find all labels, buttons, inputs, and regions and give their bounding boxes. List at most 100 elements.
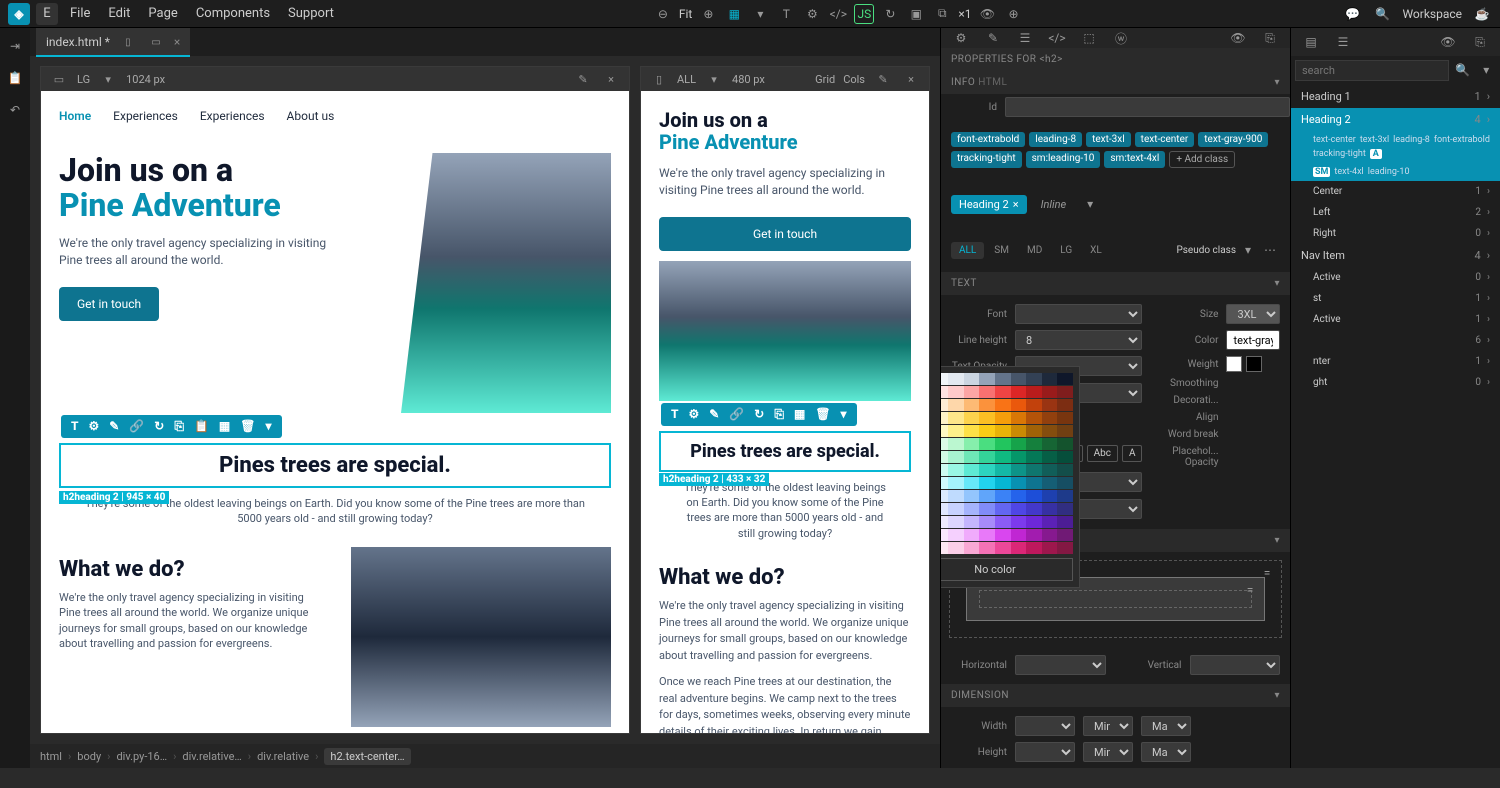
file-tab[interactable]: index.html * ▯ ▭ × [36, 28, 190, 56]
tree-item[interactable]: Heading 11› [1291, 85, 1500, 108]
tree-tab-icon[interactable]: ▤ [1301, 32, 1321, 52]
inline-chip[interactable]: Inline [1033, 195, 1075, 214]
color-swatch[interactable] [995, 529, 1011, 541]
brush-icon[interactable]: ✎ [873, 69, 893, 89]
min-height[interactable]: Min [1083, 742, 1133, 762]
cols-toggle[interactable]: Cols [843, 73, 865, 86]
color-swatch[interactable] [948, 542, 964, 554]
code-tab-icon[interactable]: </> [1047, 28, 1067, 48]
color-swatch[interactable] [995, 490, 1011, 502]
color-swatch[interactable] [1057, 464, 1073, 476]
no-color-button[interactable]: No color [940, 558, 1073, 581]
color-swatch[interactable] [1057, 386, 1073, 398]
color-swatch[interactable] [1246, 356, 1262, 372]
color-input[interactable] [1226, 330, 1280, 350]
t-cap[interactable]: Abc [1087, 445, 1118, 462]
color-swatch[interactable] [940, 386, 948, 398]
color-swatch[interactable] [1011, 503, 1027, 515]
color-swatch[interactable] [948, 464, 964, 476]
color-swatch[interactable] [940, 542, 948, 554]
color-swatch[interactable] [995, 451, 1011, 463]
color-swatch[interactable] [964, 516, 980, 528]
vp-label[interactable]: LG [77, 73, 90, 86]
color-swatch[interactable] [1026, 516, 1042, 528]
max-width[interactable]: Max [1141, 716, 1191, 736]
tool-brush-icon[interactable]: ✎ [709, 407, 719, 422]
class-tag[interactable]: tracking-tight [951, 151, 1022, 168]
text-tool-icon[interactable]: T [776, 4, 796, 24]
size-select[interactable]: 3XL [1226, 304, 1280, 324]
device-tablet-icon[interactable]: ▭ [146, 32, 166, 52]
class-tag[interactable]: leading-8 [1029, 132, 1082, 147]
id-input[interactable] [1005, 97, 1290, 117]
color-swatch[interactable] [979, 451, 995, 463]
color-swatch[interactable] [1057, 477, 1073, 489]
color-swatch[interactable] [979, 386, 995, 398]
chevron-down-icon[interactable]: ▾ [1477, 60, 1497, 80]
crumb[interactable]: body [77, 750, 101, 763]
copy-icon[interactable]: ⎘ [1260, 28, 1280, 48]
tool-more-icon[interactable]: ▾ [841, 407, 847, 422]
color-swatch[interactable] [964, 386, 980, 398]
search-icon[interactable]: 🔍 [1372, 4, 1392, 24]
color-swatch[interactable] [995, 464, 1011, 476]
color-swatch[interactable] [964, 425, 980, 437]
refresh-icon[interactable]: ↻ [880, 4, 900, 24]
color-swatch[interactable] [940, 490, 948, 502]
class-tag[interactable]: font-extrabold [951, 132, 1025, 147]
color-swatch[interactable] [1057, 412, 1073, 424]
color-swatch[interactable] [979, 438, 995, 450]
color-swatch[interactable] [1026, 477, 1042, 489]
grid-toggle[interactable]: Grid [815, 73, 835, 86]
color-swatch[interactable] [1011, 477, 1027, 489]
color-swatch[interactable] [964, 399, 980, 411]
app-logo-icon[interactable]: ◈ [8, 3, 30, 25]
device-mobile-icon[interactable]: ▯ [118, 32, 138, 52]
color-swatch[interactable] [1011, 399, 1027, 411]
lock-icon[interactable]: = [1240, 580, 1260, 600]
chevron-down-icon[interactable]: ▾ [98, 69, 118, 89]
frame-icon[interactable]: ▣ [906, 4, 926, 24]
color-swatch[interactable] [1057, 399, 1073, 411]
color-swatch[interactable] [1026, 542, 1042, 554]
color-swatch[interactable] [964, 490, 980, 502]
color-swatch[interactable] [948, 386, 964, 398]
tool-brush-icon[interactable]: ✎ [109, 419, 119, 434]
color-swatch[interactable] [1042, 425, 1058, 437]
color-swatch[interactable] [948, 490, 964, 502]
color-swatch[interactable] [1042, 477, 1058, 489]
color-swatch[interactable] [1026, 451, 1042, 463]
crumb[interactable]: div.relative… [182, 750, 241, 763]
color-swatch[interactable] [964, 412, 980, 424]
color-swatch[interactable] [948, 477, 964, 489]
color-swatch[interactable] [1011, 438, 1027, 450]
app-secondary-icon[interactable]: E [36, 3, 58, 25]
color-swatch[interactable] [1057, 451, 1073, 463]
menu-edit[interactable]: Edit [108, 6, 130, 21]
device-icon[interactable]: ▭ [49, 69, 69, 89]
color-swatch[interactable] [979, 373, 995, 385]
color-swatch[interactable] [940, 516, 948, 528]
color-swatch[interactable] [940, 425, 948, 437]
color-swatch[interactable] [979, 464, 995, 476]
color-swatch[interactable] [1057, 516, 1073, 528]
tree-item[interactable]: Active0› [1291, 267, 1500, 288]
color-swatch[interactable] [979, 542, 995, 554]
cta-button[interactable]: Get in touch [59, 287, 159, 321]
font-select[interactable] [1015, 304, 1142, 324]
color-swatch[interactable] [940, 399, 948, 411]
selector-chip[interactable]: Heading 2× [951, 195, 1027, 214]
color-swatch[interactable] [995, 399, 1011, 411]
zoom-in-icon[interactable]: ⊕ [698, 4, 718, 24]
min-width[interactable]: Min [1083, 716, 1133, 736]
close-icon[interactable]: × [901, 69, 921, 89]
tree-item[interactable]: Center1› [1291, 181, 1500, 202]
color-swatch[interactable] [995, 542, 1011, 554]
tool-text-icon[interactable]: T [671, 407, 679, 422]
crumb[interactable]: div.py-16… [116, 750, 167, 763]
brush-tab-icon[interactable]: ✎ [983, 28, 1003, 48]
tool-copy-icon[interactable]: ⎘ [174, 419, 184, 434]
color-swatch[interactable] [1057, 542, 1073, 554]
color-swatch[interactable] [995, 373, 1011, 385]
eye-icon[interactable]: 👁 [1228, 28, 1248, 48]
